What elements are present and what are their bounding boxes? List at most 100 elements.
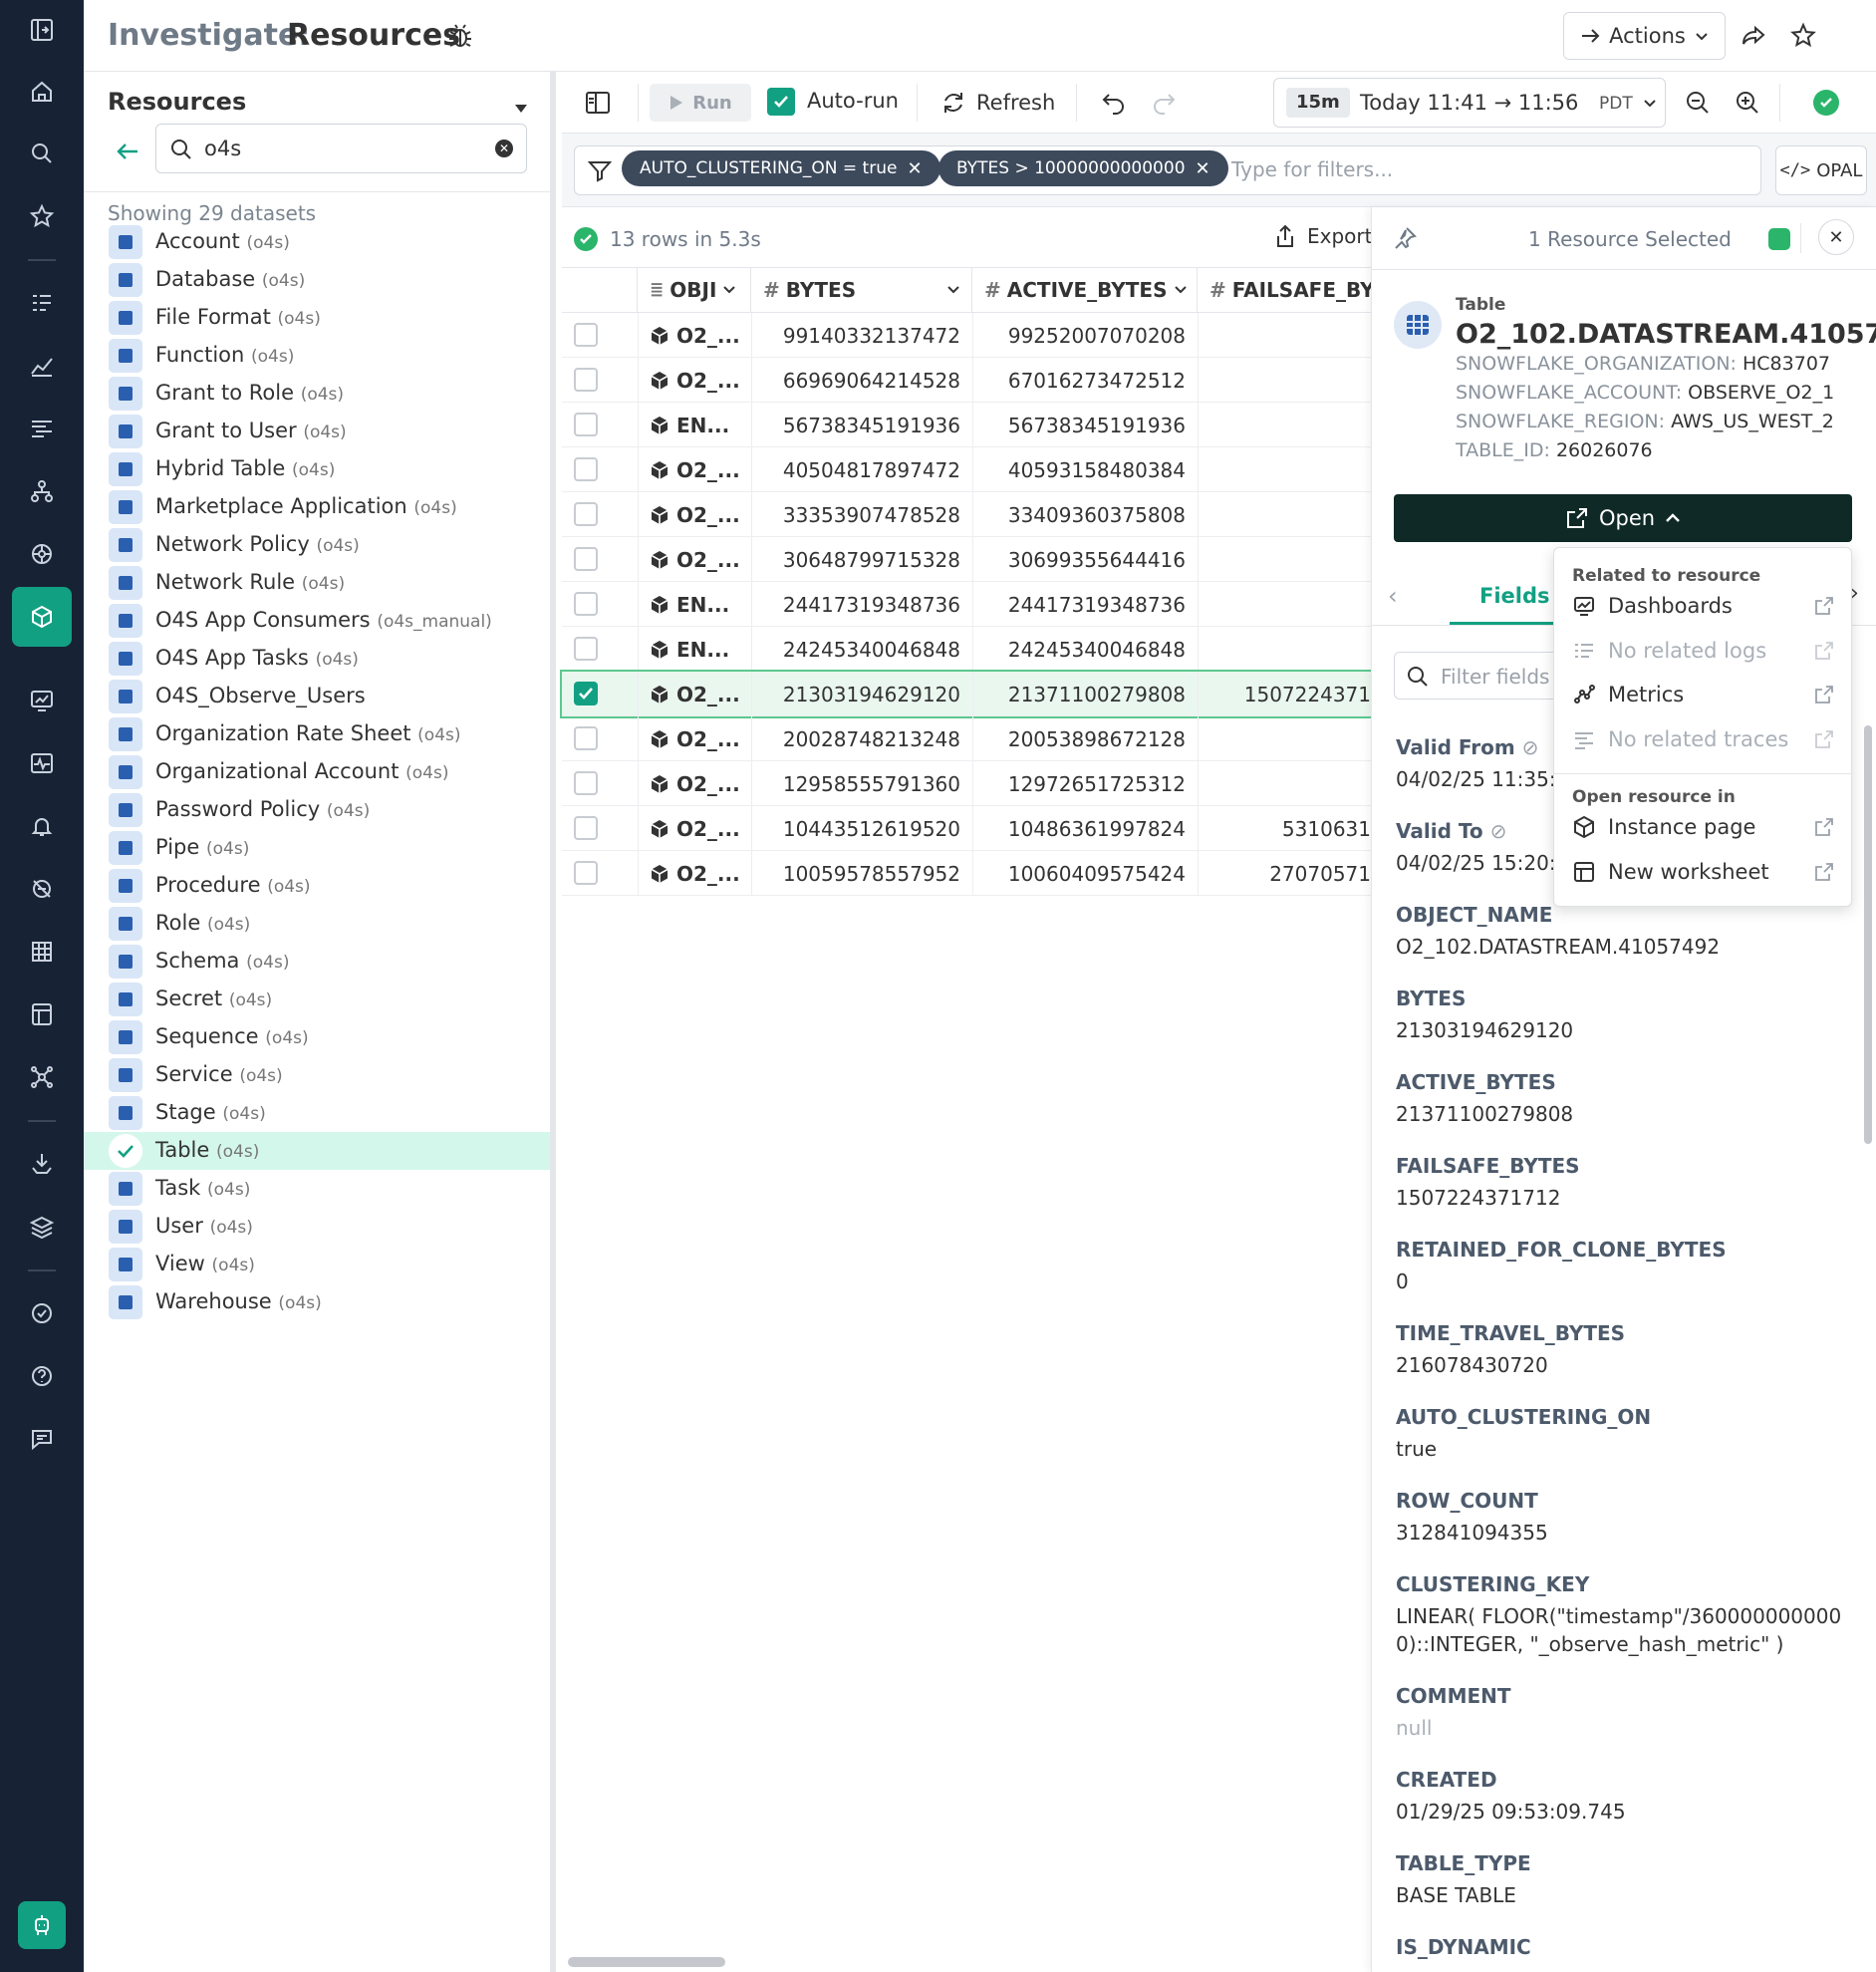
object-name-cell[interactable]: EN... xyxy=(676,593,729,617)
row-checkbox[interactable] xyxy=(574,323,598,347)
toggle-panel-icon[interactable] xyxy=(20,8,64,52)
actions-button[interactable]: Actions xyxy=(1563,12,1726,60)
toggle-sidebar-icon[interactable] xyxy=(584,89,612,122)
row-checkbox[interactable] xyxy=(574,726,598,750)
dataset-item[interactable]: File Format (o4s) xyxy=(84,299,550,337)
row-checkbox[interactable] xyxy=(574,637,598,661)
column-header-active-bytes[interactable]: # ACTIVE_BYTES xyxy=(972,267,1198,313)
dataset-item[interactable]: Network Rule (o4s) xyxy=(84,564,550,602)
table-row[interactable]: EN... 24417319348736 24417319348736 xyxy=(562,582,1371,627)
object-name-cell[interactable]: O2_... xyxy=(676,817,740,841)
dataset-item[interactable]: Role (o4s) xyxy=(84,905,550,943)
timezone-label[interactable]: PDT xyxy=(1599,94,1633,114)
object-name-cell[interactable]: O2_... xyxy=(676,772,740,796)
dataset-item[interactable]: Warehouse (o4s) xyxy=(84,1283,550,1321)
dataset-item[interactable]: Database (o4s) xyxy=(84,261,550,299)
tabs-next-icon[interactable]: › xyxy=(1850,581,1859,606)
home-icon[interactable] xyxy=(20,70,64,114)
dataset-item[interactable]: O4S App Consumers (o4s_manual) xyxy=(84,602,550,640)
dataset-item[interactable]: Task (o4s) xyxy=(84,1170,550,1208)
tabs-prev-icon[interactable]: ‹ xyxy=(1388,582,1398,610)
table-row[interactable]: O2_... 30648799715328 30699355644416 xyxy=(562,537,1371,582)
monitors-icon[interactable] xyxy=(20,741,64,785)
row-checkbox[interactable] xyxy=(574,861,598,885)
dataset-item[interactable]: Table (o4s) xyxy=(84,1132,550,1170)
bug-icon[interactable] xyxy=(446,22,474,55)
row-checkbox[interactable] xyxy=(574,413,598,436)
menu-item-metrics[interactable]: Metrics xyxy=(1554,673,1853,716)
row-checkbox[interactable] xyxy=(574,682,598,705)
row-checkbox[interactable] xyxy=(574,771,598,795)
refresh-button[interactable]: Refresh xyxy=(940,84,1055,122)
dataset-item[interactable]: Procedure (o4s) xyxy=(84,867,550,905)
menu-item-dashboards[interactable]: Dashboards xyxy=(1554,584,1853,628)
column-header-object[interactable]: ≣ OBJI xyxy=(638,267,751,313)
filter-chip-bytes[interactable]: BYTES > 10000000000000 ✕ xyxy=(938,150,1228,186)
table-row[interactable]: O2_... 10059578557952 10060409575424 270705… xyxy=(562,851,1371,896)
resources-icon[interactable] xyxy=(12,587,72,647)
redo-icon[interactable] xyxy=(1150,89,1178,122)
row-checkbox[interactable] xyxy=(574,368,598,392)
row-checkbox[interactable] xyxy=(574,592,598,616)
undo-icon[interactable] xyxy=(1100,89,1128,122)
run-button[interactable]: Run xyxy=(650,84,751,122)
object-name-cell[interactable]: O2_... xyxy=(676,458,740,482)
user-avatar-icon[interactable] xyxy=(18,1901,66,1949)
row-checkbox[interactable] xyxy=(574,457,598,481)
alerts-bell-icon[interactable] xyxy=(20,804,64,848)
menu-item-instance-page[interactable]: Instance page xyxy=(1554,805,1853,849)
dataset-item[interactable]: View (o4s) xyxy=(84,1246,550,1283)
ai-assistant-icon[interactable] xyxy=(20,867,64,911)
zoom-in-icon[interactable] xyxy=(1734,89,1761,122)
clear-search-icon[interactable]: ✕ xyxy=(495,140,513,157)
autorun-checkbox[interactable] xyxy=(767,88,795,116)
hidden-eye-icon[interactable]: ⊘ xyxy=(1490,819,1507,843)
status-check-icon[interactable] xyxy=(20,1291,64,1335)
dataset-item[interactable]: O4S App Tasks (o4s) xyxy=(84,640,550,678)
table-row[interactable]: O2_... 99140332137472 99252007070208 xyxy=(562,313,1371,358)
dataset-item[interactable]: Organizational Account (o4s) xyxy=(84,753,550,791)
object-name-cell[interactable]: EN... xyxy=(676,638,729,662)
traces-icon[interactable] xyxy=(20,407,64,450)
dataset-item[interactable]: Grant to User (o4s) xyxy=(84,413,550,450)
zoom-out-icon[interactable] xyxy=(1684,89,1712,122)
table-row[interactable]: O2_... 20028748213248 20053898672128 xyxy=(562,716,1371,761)
dataset-item[interactable]: Network Policy (o4s) xyxy=(84,526,550,564)
search-input[interactable]: o4s ✕ xyxy=(155,124,527,173)
filter-chip-autoclustering[interactable]: AUTO_CLUSTERING_ON = true ✕ xyxy=(622,150,940,186)
caret-down-icon[interactable] xyxy=(514,96,528,120)
dataset-item[interactable]: O4S_Observe_Users xyxy=(84,678,550,715)
dataset-item[interactable]: Marketplace Application (o4s) xyxy=(84,488,550,526)
time-range-picker[interactable]: 15m Today 11:41 → 11:56 PDT xyxy=(1273,78,1666,128)
object-name-cell[interactable]: O2_... xyxy=(676,369,740,393)
object-name-cell[interactable]: O2_... xyxy=(676,548,740,572)
datasets-graph-icon[interactable] xyxy=(20,1055,64,1099)
dataset-item[interactable]: Stage (o4s) xyxy=(84,1094,550,1132)
kubernetes-icon[interactable] xyxy=(20,532,64,576)
dataset-item[interactable]: Service (o4s) xyxy=(84,1056,550,1094)
data-ingest-icon[interactable] xyxy=(20,1142,64,1186)
grid-icon[interactable] xyxy=(20,930,64,974)
pin-icon[interactable] xyxy=(1392,225,1418,256)
dataset-item[interactable]: Password Policy (o4s) xyxy=(84,791,550,829)
dataset-item[interactable]: User (o4s) xyxy=(84,1208,550,1246)
column-header-bytes[interactable]: # BYTES xyxy=(751,267,972,313)
close-panel-icon[interactable]: ✕ xyxy=(1818,219,1854,255)
dataset-item[interactable]: Hybrid Table (o4s) xyxy=(84,450,550,488)
table-row[interactable]: O2_... 21303194629120 21371100279808 150722… xyxy=(560,670,1373,718)
panel-scrollbar[interactable] xyxy=(1864,725,1872,1144)
row-checkbox[interactable] xyxy=(574,547,598,571)
help-icon[interactable] xyxy=(20,1354,64,1398)
dataset-item[interactable]: Function (o4s) xyxy=(84,337,550,375)
favorite-star-icon[interactable] xyxy=(1789,22,1817,55)
table-row[interactable]: O2_... 40504817897472 40593158480384 xyxy=(562,447,1371,492)
dataset-item[interactable]: Secret (o4s) xyxy=(84,981,550,1018)
table-row[interactable]: O2_... 33353907478528 33409360375808 xyxy=(562,492,1371,537)
dataset-item[interactable]: Organization Rate Sheet (o4s) xyxy=(84,715,550,753)
object-name-cell[interactable]: O2_... xyxy=(676,503,740,527)
status-ok-icon[interactable] xyxy=(1813,90,1839,116)
table-row[interactable]: O2_... 12958555791360 12972651725312 xyxy=(562,761,1371,806)
menu-item-new-worksheet[interactable]: New worksheet xyxy=(1554,850,1853,894)
back-arrow-icon[interactable] xyxy=(114,138,141,170)
worksheets-icon[interactable] xyxy=(20,992,64,1036)
